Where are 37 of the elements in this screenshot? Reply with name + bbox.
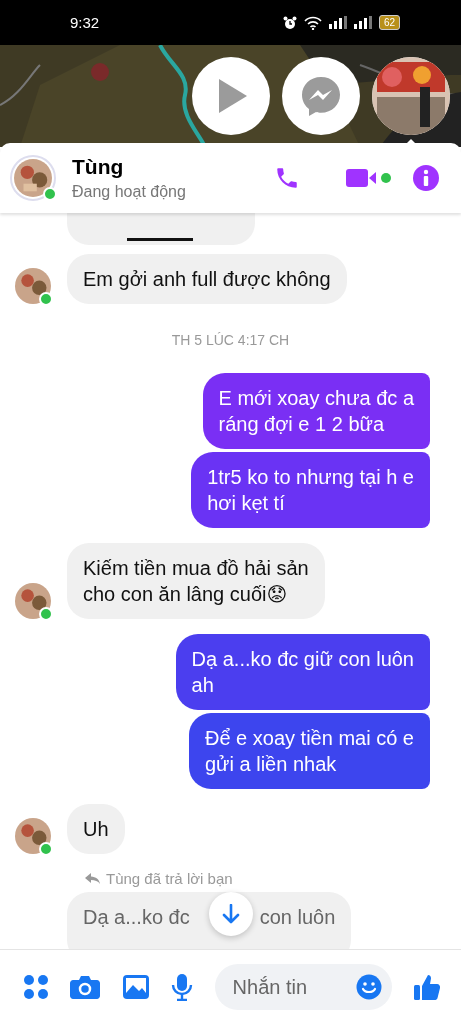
reply-label: Tùng đã trả lời bạn [106, 870, 233, 887]
thumbs-up-icon[interactable] [412, 973, 441, 1001]
battery-level: 62 [378, 15, 400, 30]
camera-icon[interactable] [70, 974, 101, 1000]
signal-icon [328, 16, 347, 29]
clock: 9:32 [70, 14, 100, 31]
phone-icon[interactable] [274, 165, 300, 191]
video-call-icon[interactable] [346, 167, 394, 189]
quoted-text: Dạ a...ko đc [83, 905, 190, 930]
message-bubble: 1tr5 ko to nhưng tại h e hơi kẹt tí [191, 452, 430, 528]
signal-icon [353, 16, 372, 29]
microphone-icon[interactable] [171, 973, 194, 1001]
message-bubble: Để e xoay tiền mai có e gửi a liền nhak [189, 713, 430, 789]
quoted-text: con luôn [259, 905, 336, 930]
avatar [14, 159, 52, 197]
online-dot [39, 842, 53, 856]
menu-icon[interactable] [23, 974, 49, 1000]
message-bubble: E mới xoay chưa đc a ráng đợi e 1 2 bữa [202, 373, 430, 449]
message-bubble: Kiếm tiền mua đồ hải sản cho con ăn lâng cuối😟 [67, 543, 325, 619]
arrow-down-icon [222, 904, 240, 924]
contact-name: Tùng [72, 155, 125, 179]
activity-status: Đang hoạt động [72, 183, 187, 201]
info-icon[interactable] [412, 164, 440, 192]
messenger-icon [300, 75, 342, 117]
alarm-icon [282, 15, 297, 30]
message-field[interactable]: Nhắn tin [214, 964, 392, 1010]
emoji-icon[interactable] [355, 974, 382, 1000]
message-bubble: Em gởi anh full được không [67, 254, 347, 304]
online-dot [39, 607, 53, 621]
message-bubble: Uh [67, 804, 125, 854]
message-input[interactable]: Nhắn tin [230, 974, 356, 1000]
message-bubble: Dạ a...ko đc giữ con luôn ah [175, 634, 430, 710]
online-dot [39, 292, 53, 306]
timestamp: TH 5 LÚC 4:17 CH [170, 331, 291, 350]
reply-icon [85, 873, 100, 884]
wifi-icon [303, 15, 322, 30]
image-icon[interactable] [121, 974, 150, 1000]
